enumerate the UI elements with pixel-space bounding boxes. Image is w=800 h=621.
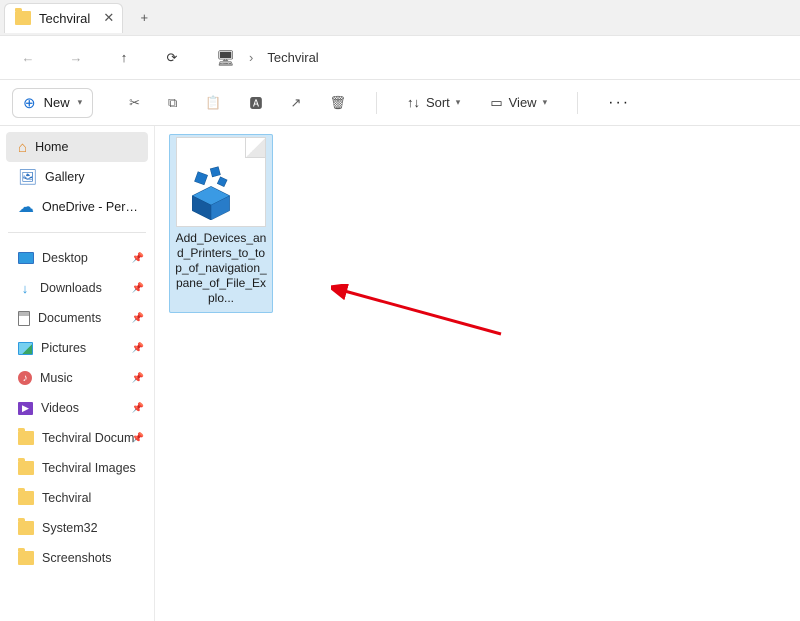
folder-icon	[18, 431, 34, 445]
music-icon: ♪	[18, 371, 32, 385]
sidebar-item-label: Music	[40, 371, 73, 385]
toolbar: ⊕ New ▾ ✂ ⧉ 📋 🅰 ↗ 🗑 ↑↓ Sort ▾ ▭ View ▾ ·…	[0, 80, 800, 126]
view-icon: ▭	[490, 95, 502, 111]
copy-icon[interactable]: ⧉	[168, 95, 177, 111]
pin-icon: 📌	[132, 283, 144, 294]
file-thumbnail	[176, 137, 266, 227]
video-icon: ▶	[18, 402, 33, 415]
close-icon[interactable]: ✕	[103, 10, 114, 26]
sidebar-item-desktop[interactable]: Desktop 📌	[6, 243, 148, 273]
share-icon[interactable]: ↗	[291, 95, 302, 111]
paste-icon[interactable]: 📋	[205, 95, 221, 111]
new-tab-button[interactable]: +	[129, 3, 159, 33]
tab-bar: Techviral ✕ +	[0, 0, 800, 36]
sidebar-item-techviral-images[interactable]: Techviral Images	[6, 453, 148, 483]
sort-icon: ↑↓	[407, 95, 420, 110]
sidebar-item-label: Videos	[41, 401, 79, 415]
new-label: New	[44, 95, 70, 110]
desktop-icon	[18, 252, 34, 264]
sidebar: ⌂Home🖼Gallery›☁OneDrive - PersonaDesktop…	[0, 126, 155, 621]
pictures-icon	[18, 342, 33, 355]
plus-icon: ⊕	[23, 94, 36, 112]
folder-icon	[18, 461, 34, 475]
sidebar-item-label: Documents	[38, 311, 101, 325]
file-reg-file[interactable]: Add_Devices_and_Printers_to_top_of_navig…	[169, 134, 273, 313]
delete-icon[interactable]: 🗑	[329, 95, 346, 111]
folder-icon	[18, 491, 34, 505]
sidebar-item-techviral-docum[interactable]: Techviral Docum📌	[6, 423, 148, 453]
sidebar-item-label: Downloads	[40, 281, 102, 295]
body: ⌂Home🖼Gallery›☁OneDrive - PersonaDesktop…	[0, 126, 800, 621]
chevron-down-icon: ▾	[543, 97, 548, 108]
sidebar-item-label: Desktop	[42, 251, 88, 265]
sidebar-item-home[interactable]: ⌂ Home	[6, 132, 148, 162]
breadcrumb-current: Techviral	[267, 50, 318, 65]
sidebar-item-videos[interactable]: ▶ Videos 📌	[6, 393, 148, 423]
tab-title: Techviral	[39, 11, 90, 26]
sidebar-divider	[8, 232, 146, 233]
address-bar: ← → ↑ ⟳ 🖥 › Techviral	[0, 36, 800, 80]
sidebar-item-documents[interactable]: Documents 📌	[6, 303, 148, 333]
sidebar-item-label: System32	[42, 521, 98, 535]
pin-icon: 📌	[132, 433, 144, 444]
home-icon: ⌂	[18, 139, 27, 156]
annotation-arrow	[331, 284, 511, 344]
sidebar-item-system32[interactable]: System32	[6, 513, 148, 543]
folder-icon	[18, 521, 34, 535]
onedrive-icon: ☁	[18, 197, 34, 217]
registry-icon	[183, 164, 239, 220]
folder-icon	[15, 11, 31, 25]
sidebar-item-techviral[interactable]: Techviral	[6, 483, 148, 513]
up-button[interactable]: ↑	[114, 50, 134, 65]
document-icon	[18, 311, 30, 326]
pin-icon: 📌	[132, 343, 144, 354]
gallery-icon: 🖼	[18, 168, 37, 186]
toolbar-divider	[376, 92, 377, 114]
sidebar-item-label: Home	[35, 140, 68, 154]
sidebar-item-music[interactable]: ♪ Music 📌	[6, 363, 148, 393]
this-pc-icon: 🖥	[216, 49, 235, 67]
pin-icon: 📌	[132, 403, 144, 414]
sidebar-item-downloads[interactable]: ↓ Downloads 📌	[6, 273, 148, 303]
sidebar-item-label: Techviral Docum	[42, 431, 134, 445]
file-pane[interactable]: Add_Devices_and_Printers_to_top_of_navig…	[155, 126, 800, 621]
sidebar-item-label: OneDrive - Persona	[42, 200, 142, 214]
sidebar-item-onedrive[interactable]: ›☁OneDrive - Persona	[6, 192, 148, 222]
pin-icon: 📌	[132, 373, 144, 384]
folder-icon	[18, 551, 34, 565]
sidebar-item-label: Techviral Images	[42, 461, 136, 475]
sidebar-item-label: Pictures	[41, 341, 86, 355]
view-button[interactable]: ▭ View ▾	[490, 95, 547, 111]
chevron-down-icon: ▾	[78, 97, 83, 108]
sidebar-item-label: Gallery	[45, 170, 85, 184]
chevron-right-icon: ›	[249, 50, 253, 65]
file-name: Add_Devices_and_Printers_to_top_of_navig…	[174, 231, 268, 306]
breadcrumb[interactable]: 🖥 › Techviral	[216, 49, 319, 67]
sidebar-item-pictures[interactable]: Pictures 📌	[6, 333, 148, 363]
rename-icon[interactable]: 🅰	[250, 93, 263, 112]
sort-label: Sort	[426, 95, 450, 110]
cut-icon[interactable]: ✂	[129, 95, 140, 111]
sidebar-item-label: Techviral	[42, 491, 91, 505]
sort-button[interactable]: ↑↓ Sort ▾	[407, 95, 460, 110]
tab-techviral[interactable]: Techviral ✕	[4, 3, 123, 33]
pin-icon: 📌	[132, 313, 144, 324]
new-button[interactable]: ⊕ New ▾	[12, 88, 93, 118]
view-label: View	[509, 95, 537, 110]
back-button[interactable]: ←	[18, 50, 38, 65]
forward-button[interactable]: →	[66, 50, 86, 65]
toolbar-icons: ✂ ⧉ 📋 🅰 ↗ 🗑	[129, 93, 346, 112]
toolbar-divider	[577, 92, 578, 114]
refresh-button[interactable]: ⟳	[162, 50, 182, 66]
sidebar-item-label: Screenshots	[42, 551, 111, 565]
chevron-down-icon: ▾	[456, 97, 461, 108]
more-button[interactable]: ···	[608, 94, 630, 112]
download-icon: ↓	[18, 281, 32, 295]
sidebar-item-screenshots[interactable]: Screenshots	[6, 543, 148, 573]
sidebar-item-gallery[interactable]: 🖼 Gallery	[6, 162, 148, 192]
pin-icon: 📌	[132, 253, 144, 264]
